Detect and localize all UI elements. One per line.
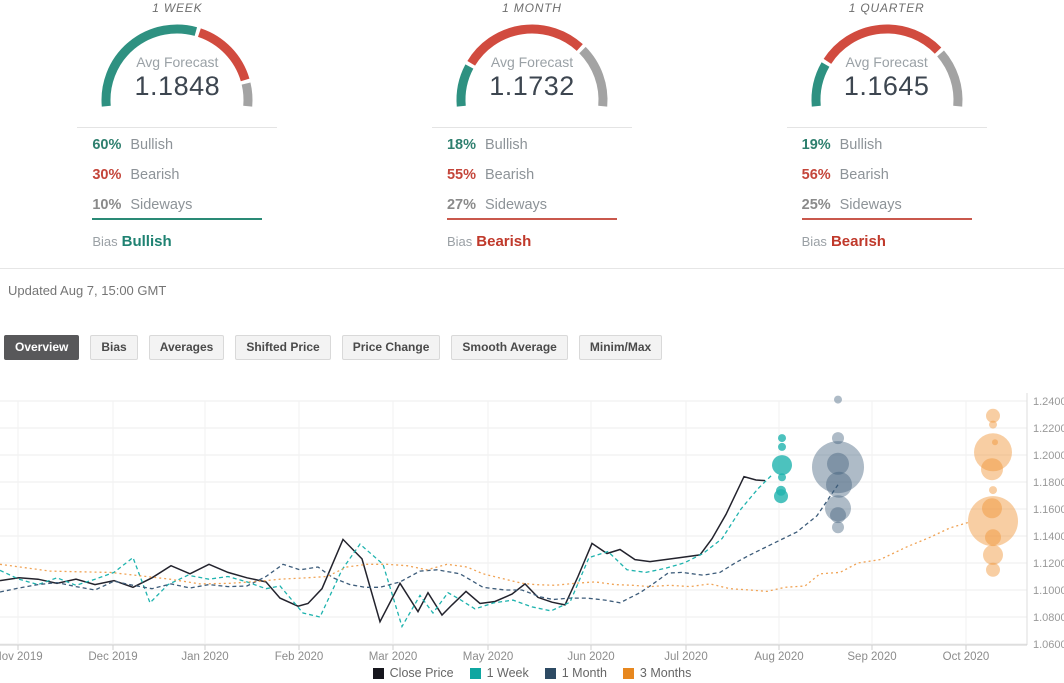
bias-accent-line	[92, 218, 262, 220]
updated-timestamp: Updated Aug 7, 15:00 GMT	[8, 283, 166, 298]
forecast-chart: 1.2400 1.2200 1.2000 1.1800 1.1600 1.1400 1.12…	[0, 378, 1064, 668]
bias-accent-line	[802, 218, 972, 220]
svg-text:Mar 2020: Mar 2020	[369, 651, 418, 663]
legend-item-1-month[interactable]: 1 Month	[545, 666, 607, 680]
svg-text:1.1400: 1.1400	[1033, 531, 1064, 543]
bias-row: Bias Bearish	[447, 233, 617, 250]
tab-overview[interactable]: Overview	[4, 335, 79, 360]
tab-bias[interactable]: Bias	[90, 335, 137, 360]
panel-1-month: 1 MONTH Avg Forecast 1.1732 18% Bullish …	[355, 0, 710, 258]
svg-text:1.1600: 1.1600	[1033, 504, 1064, 516]
sideways-label: Sideways	[130, 197, 192, 213]
bearish-row: 55% Bearish	[447, 160, 617, 190]
svg-text:Feb 2020: Feb 2020	[275, 651, 324, 663]
bullish-row: 18% Bullish	[447, 130, 617, 160]
bullish-row: 60% Bullish	[92, 130, 262, 160]
bullish-label: Bullish	[130, 137, 173, 153]
tab-price-change[interactable]: Price Change	[342, 335, 441, 360]
bias-row: Bias Bearish	[802, 233, 972, 250]
svg-text:Nov 2019: Nov 2019	[0, 651, 43, 663]
panel-title: 1 WEEK	[0, 1, 355, 15]
bearish-row: 56% Bearish	[802, 160, 972, 190]
svg-text:1.0800: 1.0800	[1033, 612, 1064, 624]
sideways-row: 27% Sideways	[447, 190, 617, 220]
svg-text:Dec 2019: Dec 2019	[88, 651, 137, 663]
svg-text:Aug 2020: Aug 2020	[754, 651, 803, 663]
legend-label: 1 Week	[487, 666, 529, 680]
panel-1-week: 1 WEEK Avg Forecast 1.1848 60% Bullish 3…	[0, 0, 355, 258]
gauge-1-quarter	[787, 18, 987, 114]
bearish-pct: 56%	[802, 167, 840, 183]
tab-averages[interactable]: Averages	[149, 335, 225, 360]
bullish-pct: 60%	[92, 137, 130, 153]
legend-swatch	[623, 668, 634, 679]
bias-label: Bias	[802, 234, 827, 249]
sideways-row: 25% Sideways	[802, 190, 972, 220]
svg-text:1.1800: 1.1800	[1033, 477, 1064, 489]
svg-text:Oct 2020: Oct 2020	[943, 651, 990, 663]
bias-row: Bias Bullish	[92, 233, 262, 250]
svg-text:1.2200: 1.2200	[1033, 423, 1064, 435]
bullish-pct: 19%	[802, 137, 840, 153]
bias-value: Bearish	[476, 233, 531, 250]
bias-label: Bias	[92, 234, 117, 249]
legend-swatch	[373, 668, 384, 679]
svg-text:Jul 2020: Jul 2020	[664, 651, 707, 663]
panel-divider	[77, 127, 277, 128]
sideways-label: Sideways	[485, 197, 547, 213]
chart-legend: Close Price 1 Week 1 Month 3 Months	[0, 666, 1064, 680]
svg-text:Sep 2020: Sep 2020	[847, 651, 896, 663]
sideways-row: 10% Sideways	[92, 190, 262, 220]
svg-text:1.1200: 1.1200	[1033, 558, 1064, 570]
svg-text:1.2400: 1.2400	[1033, 396, 1064, 408]
legend-label: Close Price	[390, 666, 454, 680]
legend-item-close-price[interactable]: Close Price	[373, 666, 454, 680]
panel-title: 1 QUARTER	[709, 1, 1064, 15]
sideways-label: Sideways	[840, 197, 902, 213]
legend-swatch	[470, 668, 481, 679]
panel-1-quarter: 1 QUARTER Avg Forecast 1.1645 19% Bullis…	[709, 0, 1064, 258]
gauge-1-week	[77, 18, 277, 114]
bearish-label: Bearish	[130, 167, 179, 183]
bias-value: Bullish	[122, 233, 172, 250]
bullish-row: 19% Bullish	[802, 130, 972, 160]
tab-smooth-average[interactable]: Smooth Average	[451, 335, 567, 360]
bearish-pct: 30%	[92, 167, 130, 183]
svg-text:1.2000: 1.2000	[1033, 450, 1064, 462]
bias-accent-line	[447, 218, 617, 220]
svg-text:1.1000: 1.1000	[1033, 585, 1064, 597]
bias-label: Bias	[447, 234, 472, 249]
bearish-label: Bearish	[485, 167, 534, 183]
chart-tab-bar: Overview Bias Averages Shifted Price Pri…	[4, 335, 662, 360]
bearish-label: Bearish	[840, 167, 889, 183]
sideways-pct: 10%	[92, 197, 130, 213]
bias-value: Bearish	[831, 233, 886, 250]
panel-divider	[787, 127, 987, 128]
svg-text:1.0600: 1.0600	[1033, 639, 1064, 651]
section-divider	[0, 268, 1064, 269]
bullish-label: Bullish	[840, 137, 883, 153]
legend-item-1-week[interactable]: 1 Week	[470, 666, 529, 680]
svg-text:Jan 2020: Jan 2020	[181, 651, 228, 663]
legend-item-3-months[interactable]: 3 Months	[623, 666, 691, 680]
panel-title: 1 MONTH	[355, 1, 710, 15]
legend-label: 3 Months	[640, 666, 691, 680]
gauge-1-month	[432, 18, 632, 114]
bullish-label: Bullish	[485, 137, 528, 153]
legend-swatch	[545, 668, 556, 679]
svg-text:May 2020: May 2020	[463, 651, 514, 663]
legend-label: 1 Month	[562, 666, 607, 680]
tab-minim-max[interactable]: Minim/Max	[579, 335, 662, 360]
forecast-panels: 1 WEEK Avg Forecast 1.1848 60% Bullish 3…	[0, 0, 1064, 258]
sideways-pct: 25%	[802, 197, 840, 213]
bearish-pct: 55%	[447, 167, 485, 183]
bearish-row: 30% Bearish	[92, 160, 262, 190]
bullish-pct: 18%	[447, 137, 485, 153]
sideways-pct: 27%	[447, 197, 485, 213]
forecast-poll-widget: 1 WEEK Avg Forecast 1.1848 60% Bullish 3…	[0, 0, 1064, 683]
svg-text:Jun 2020: Jun 2020	[567, 651, 614, 663]
tab-shifted-price[interactable]: Shifted Price	[235, 335, 330, 360]
panel-divider	[432, 127, 632, 128]
